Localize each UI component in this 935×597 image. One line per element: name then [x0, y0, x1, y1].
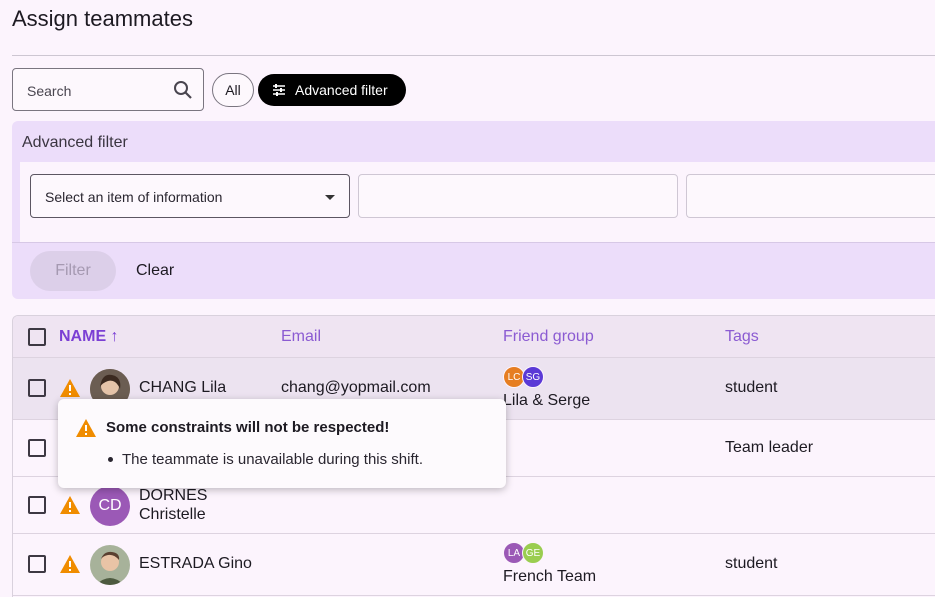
- advanced-filter-fields: Select an item of information: [20, 162, 935, 242]
- row-checkbox[interactable]: [28, 496, 46, 514]
- friend-group-name: French Team: [503, 568, 597, 585]
- table-header: NAME ↑ Email Friend group Tags: [13, 316, 935, 358]
- warning-icon[interactable]: [59, 378, 81, 398]
- tune-icon: [273, 84, 285, 96]
- group-member-badge: SG: [522, 366, 544, 388]
- teammate-name-line1: DORNES: [139, 487, 208, 504]
- advanced-filter-divider: [12, 242, 935, 243]
- information-select-value: Select an item of information: [45, 189, 223, 205]
- bullet: [108, 457, 113, 462]
- filter-chip-all[interactable]: All: [212, 73, 254, 107]
- select-all-checkbox[interactable]: [28, 328, 46, 346]
- advanced-filter-title: Advanced filter: [22, 134, 128, 151]
- avatar: [90, 545, 130, 585]
- teammate-tag: Team leader: [725, 439, 814, 456]
- avatar: CD: [90, 486, 130, 526]
- warning-icon: [76, 419, 96, 437]
- friend-group-name: Lila & Serge: [503, 392, 591, 409]
- search-placeholder: Search: [27, 83, 72, 99]
- search-icon[interactable]: [173, 80, 193, 100]
- column-header-tags[interactable]: Tags: [725, 328, 759, 346]
- column-header-email[interactable]: Email: [281, 328, 321, 346]
- teammate-name-line2: Christelle: [139, 506, 206, 523]
- constraint-warning-tooltip: Some constraints will not be respected! …: [58, 399, 506, 488]
- row-checkbox[interactable]: [28, 439, 46, 457]
- advanced-filter-chip[interactable]: Advanced filter: [258, 74, 406, 106]
- advanced-filter-chip-label: Advanced filter: [295, 82, 388, 98]
- row-checkbox[interactable]: [28, 379, 46, 397]
- value-field[interactable]: [686, 174, 935, 218]
- chevron-down-icon: [325, 195, 335, 200]
- page-title: Assign teammates: [12, 6, 193, 31]
- column-header-friend-group[interactable]: Friend group: [503, 328, 594, 346]
- teammate-tag: student: [725, 379, 778, 396]
- warning-icon[interactable]: [59, 554, 81, 574]
- clear-button[interactable]: Clear: [136, 251, 174, 291]
- advanced-filter-panel: Advanced filter Select an item of inform…: [12, 121, 935, 299]
- teammate-name: ESTRADA Gino: [139, 555, 252, 572]
- group-member-badge: GE: [522, 542, 544, 564]
- warning-icon[interactable]: [59, 495, 81, 515]
- teammate-name: CHANG Lila: [139, 379, 227, 396]
- teammate-tag: student: [725, 555, 778, 572]
- tooltip-title: Some constraints will not be respected!: [106, 419, 390, 436]
- condition-field[interactable]: [358, 174, 678, 218]
- teammate-email: chang@yopmail.com: [281, 379, 431, 396]
- search-input[interactable]: Search: [12, 68, 204, 111]
- information-select[interactable]: Select an item of information: [30, 174, 350, 218]
- row-checkbox[interactable]: [28, 555, 46, 573]
- column-header-name[interactable]: NAME ↑: [59, 328, 119, 346]
- title-divider: [12, 55, 935, 56]
- filter-button[interactable]: Filter: [30, 251, 116, 291]
- table-row[interactable]: ESTRADA Gino LA GE French Team student: [13, 534, 935, 596]
- tooltip-item: The teammate is unavailable during this …: [122, 451, 423, 468]
